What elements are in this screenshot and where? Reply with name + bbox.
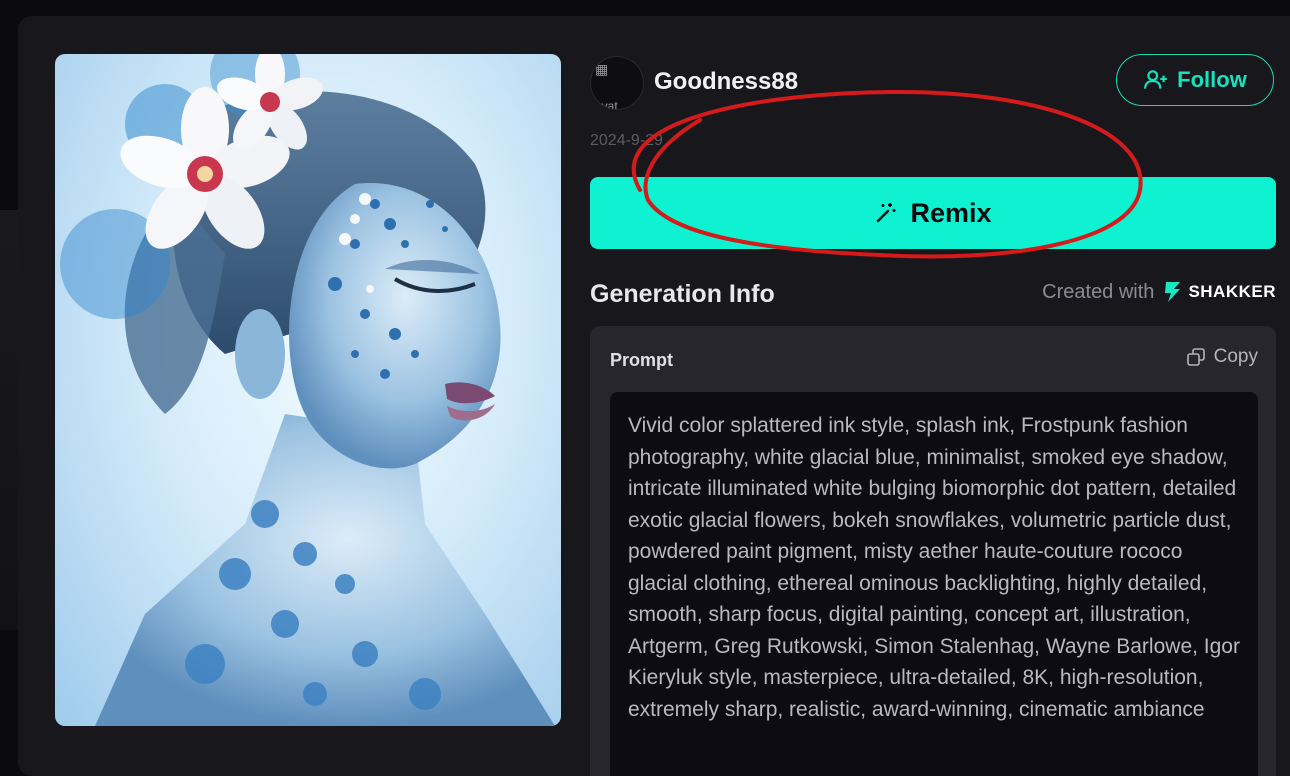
avatar-alt-text: avat [595, 99, 618, 110]
backdrop-sliver [0, 210, 18, 630]
broken-image-icon: ▦ [595, 61, 609, 77]
artwork-illustration [60, 54, 555, 726]
copy-icon [1186, 348, 1205, 366]
prompt-text: Vivid color splattered ink style, splash… [610, 392, 1258, 776]
artwork-detail-modal: ▦ avat Goodness88 2024-9-29 Follow Remix… [18, 16, 1290, 776]
follow-button[interactable]: Follow [1116, 54, 1274, 106]
publish-date: 2024-9-29 [590, 132, 663, 149]
author-username[interactable]: Goodness88 [654, 68, 798, 96]
author-avatar[interactable]: ▦ avat [590, 56, 644, 110]
user-plus-icon [1144, 70, 1168, 89]
created-with: Created with SHAKKER [1042, 280, 1276, 304]
remix-label: Remix [910, 197, 992, 228]
created-with-text: Created with [1042, 280, 1155, 303]
follow-label: Follow [1177, 67, 1247, 92]
brand-name: SHAKKER [1188, 282, 1276, 301]
generation-info-title: Generation Info [590, 280, 775, 308]
magic-wand-icon [877, 203, 896, 223]
shakker-logo-icon [1165, 282, 1181, 302]
artwork-image[interactable] [55, 54, 561, 726]
copy-button[interactable]: Copy [1186, 346, 1258, 368]
shakker-brand[interactable]: SHAKKER [1162, 280, 1276, 304]
prompt-label: Prompt [610, 350, 673, 370]
remix-button[interactable]: Remix [590, 177, 1276, 249]
prompt-card: Prompt Copy Vivid color splattered ink s… [590, 326, 1276, 776]
copy-label: Copy [1213, 346, 1258, 367]
